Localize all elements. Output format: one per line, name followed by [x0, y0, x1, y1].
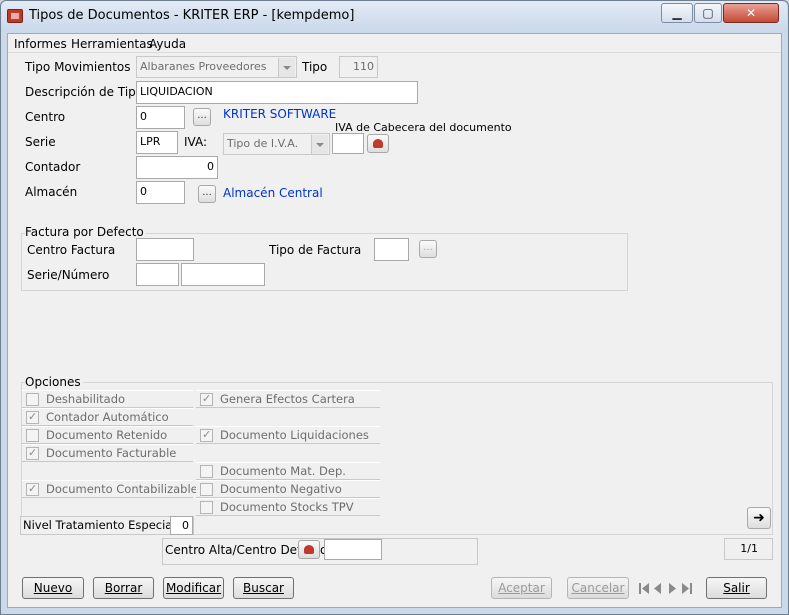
checkbox-documento-negativo[interactable]	[200, 483, 213, 496]
window-title: Tipos de Documentos - KRITER ERP - [kemp…	[29, 8, 355, 23]
option-documento-contabilizable[interactable]: Documento Contabilizable	[22, 480, 198, 498]
option-label: Deshabilitado	[46, 392, 126, 406]
almacen-name: Almacén Central	[223, 186, 323, 200]
checkbox-deshabilitado[interactable]	[26, 393, 39, 406]
app-icon	[7, 9, 23, 23]
nivel-label: Nivel Tratamiento Especial	[23, 518, 176, 532]
option-documento-facturable[interactable]: Documento Facturable	[22, 444, 193, 462]
option-label: Documento Liquidaciones	[220, 428, 369, 442]
contador-label: Contador	[25, 160, 81, 174]
centro-alta-field[interactable]	[324, 539, 382, 560]
option-deshabilitado[interactable]: Deshabilitado	[22, 390, 193, 408]
first-record-icon	[639, 583, 641, 594]
menu-herramientas[interactable]: Herramientas	[71, 37, 153, 51]
checkbox-documento-stocks-tpv[interactable]	[200, 501, 213, 514]
option-documento-mat-dep[interactable]: Documento Mat. Dep.	[196, 462, 380, 480]
tipo-label: Tipo	[302, 60, 328, 74]
centro-factura-field[interactable]	[136, 238, 194, 261]
tipo-factura-label: Tipo de Factura	[269, 243, 362, 257]
almacen-lookup-button[interactable]: ...	[198, 185, 216, 203]
minimize-button[interactable]: ▁	[661, 3, 693, 23]
factura-numero-field[interactable]	[181, 263, 265, 286]
option-label: Contador Automático	[46, 410, 169, 424]
tipo-movimientos-select[interactable]: Albaranes Proveedores	[136, 56, 297, 78]
almacen-label: Almacén	[25, 185, 78, 199]
checkbox-contador-automatico[interactable]	[26, 409, 39, 425]
descripcion-field[interactable]: LIQUIDACION	[136, 81, 418, 104]
centro-lookup-button[interactable]: ...	[193, 108, 211, 126]
aceptar-button[interactable]: Aceptar	[491, 577, 552, 599]
centro-alta-lookup-button[interactable]	[298, 540, 320, 559]
checkbox-documento-contabilizable[interactable]	[26, 481, 39, 497]
modificar-button[interactable]: Modificar	[163, 577, 224, 599]
checkbox-documento-facturable[interactable]	[26, 445, 39, 461]
tipo-movimientos-value: Albaranes Proveedores	[140, 60, 267, 73]
checkbox-documento-liquidaciones[interactable]	[200, 427, 213, 443]
salir-button[interactable]: Salir	[706, 577, 767, 599]
option-label: Documento Retenido	[46, 428, 168, 442]
option-documento-negativo[interactable]: Documento Negativo	[196, 480, 380, 498]
serie-label: Serie	[25, 135, 56, 149]
option-label: Documento Stocks TPV	[220, 500, 354, 514]
cancelar-button[interactable]: Cancelar	[567, 577, 629, 599]
tipo-factura-lookup-button[interactable]: ...	[419, 240, 437, 258]
option-contador-automatico[interactable]: Contador Automático	[22, 408, 193, 426]
option-label: Documento Mat. Dep.	[220, 464, 346, 478]
close-button[interactable]: ✕	[723, 3, 779, 23]
option-label: Documento Facturable	[46, 446, 177, 460]
option-label: Documento Contabilizable	[46, 482, 198, 496]
option-label: Documento Negativo	[220, 482, 342, 496]
next-record-icon	[669, 583, 676, 594]
centro-factura-label: Centro Factura	[27, 243, 116, 257]
centro-name: KRITER SOFTWARE	[223, 107, 337, 121]
last-record-icon	[682, 583, 689, 594]
iva-value: Tipo de I.V.A.	[227, 137, 299, 150]
option-documento-stocks-tpv[interactable]: Documento Stocks TPV	[196, 498, 380, 516]
nivel-field[interactable]: 0	[170, 516, 193, 535]
option-label: Genera Efectos Cartera	[220, 392, 355, 406]
tipo-field[interactable]: 110	[339, 56, 378, 78]
prev-record-icon	[654, 583, 661, 594]
iva-select[interactable]: Tipo de I.V.A.	[223, 133, 330, 155]
option-documento-retenido[interactable]: Documento Retenido	[22, 426, 193, 444]
chevron-down-icon[interactable]	[278, 58, 295, 77]
serie-numero-label: Serie/Número	[27, 268, 110, 282]
tipo-factura-field[interactable]	[374, 238, 409, 261]
option-genera-efectos-cartera[interactable]: Genera Efectos Cartera	[196, 390, 380, 408]
maximize-button[interactable]: ▢	[694, 3, 722, 23]
factura-group-label: Factura por Defecto	[25, 225, 146, 239]
checkbox-documento-retenido[interactable]	[26, 429, 39, 442]
factura-group	[21, 233, 628, 291]
buscar-button[interactable]: Buscar	[233, 577, 294, 599]
chevron-down-icon[interactable]	[311, 135, 328, 154]
borrar-button[interactable]: Borrar	[93, 577, 154, 599]
contador-field[interactable]: 0	[136, 156, 218, 179]
menu-ayuda[interactable]: Ayuda	[149, 37, 186, 51]
option-documento-liquidaciones[interactable]: Documento Liquidaciones	[196, 426, 380, 444]
menu-informes[interactable]: Informes	[14, 37, 67, 51]
iva-lookup-button[interactable]	[367, 134, 389, 153]
centro-field[interactable]: 0	[136, 106, 185, 129]
almacen-field[interactable]: 0	[136, 181, 185, 204]
centro-label: Centro	[25, 110, 66, 124]
iva-label: IVA:	[184, 135, 208, 149]
record-navigator	[637, 580, 695, 597]
factura-serie-field[interactable]	[136, 263, 179, 286]
nuevo-button[interactable]: Nuevo	[22, 577, 84, 599]
pager: 1/1	[724, 538, 773, 560]
serie-field[interactable]: LPR	[136, 131, 178, 154]
opciones-group-label: Opciones	[25, 375, 83, 389]
checkbox-genera-efectos-cartera[interactable]	[200, 391, 213, 407]
descripcion-label: Descripción de Tipo	[25, 85, 144, 99]
iva-cabecera-field[interactable]	[332, 133, 364, 154]
next-arrow-icon[interactable]: ➜	[747, 507, 771, 529]
tipo-movimientos-label: Tipo Movimientos	[25, 60, 131, 74]
checkbox-documento-mat-dep[interactable]	[200, 465, 213, 478]
